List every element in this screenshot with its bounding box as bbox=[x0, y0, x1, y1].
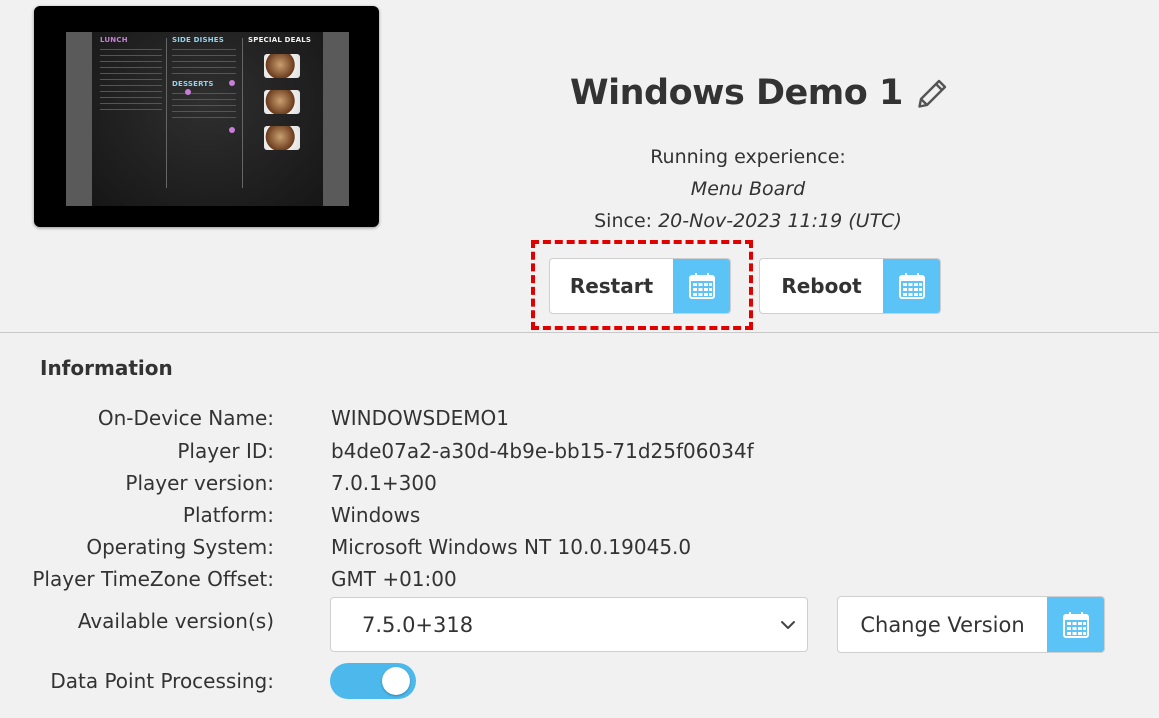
calendar-icon bbox=[898, 273, 925, 299]
data-point-processing-toggle[interactable] bbox=[330, 663, 416, 699]
menu-column-lunch: LUNCH bbox=[100, 32, 162, 110]
info-label-player-version: Player version: bbox=[125, 471, 274, 495]
data-point-processing-label: Data Point Processing: bbox=[50, 669, 274, 693]
info-value-timezone-offset: GMT +01:00 bbox=[331, 567, 457, 591]
food-image bbox=[264, 54, 300, 78]
device-preview-thumbnail: LUNCH SIDE DISHES DESSERTS SPECIAL DEALS bbox=[34, 6, 379, 227]
menu-column-sides: SIDE DISHES DESSERTS bbox=[172, 32, 236, 118]
info-value-platform: Windows bbox=[331, 503, 421, 527]
menu-heading-side-dishes: SIDE DISHES bbox=[172, 36, 225, 44]
calendar-icon bbox=[688, 273, 715, 299]
info-label-player-id: Player ID: bbox=[177, 439, 274, 463]
menu-heading-lunch: LUNCH bbox=[100, 36, 128, 44]
menu-marker-dot bbox=[229, 127, 235, 133]
info-value-player-version: 7.0.1+300 bbox=[331, 471, 437, 495]
schedule-reboot-button[interactable] bbox=[883, 259, 940, 313]
chevron-down-icon bbox=[781, 620, 795, 629]
toggle-knob bbox=[382, 667, 410, 695]
edit-pencil-icon[interactable] bbox=[915, 75, 951, 111]
available-versions-label: Available version(s) bbox=[77, 609, 274, 633]
running-experience-label: Running experience: bbox=[650, 146, 846, 168]
info-label-operating-system: Operating System: bbox=[86, 535, 274, 559]
since-value: 20-Nov-2023 11:19 (UTC) bbox=[658, 210, 902, 232]
menu-heading-special-deals: SPECIAL DEALS bbox=[248, 36, 312, 44]
schedule-version-change-button[interactable] bbox=[1047, 597, 1104, 652]
preview-bezel-left bbox=[66, 32, 92, 206]
device-title: Windows Demo 1 bbox=[570, 73, 903, 113]
since-label: Since: bbox=[594, 210, 653, 232]
info-label-timezone-offset: Player TimeZone Offset: bbox=[32, 567, 274, 591]
menu-heading-desserts: DESSERTS bbox=[172, 80, 214, 88]
running-since: Since: 20-Nov-2023 11:19 (UTC) bbox=[540, 210, 956, 232]
schedule-restart-button[interactable] bbox=[673, 259, 730, 313]
info-value-on-device-name: WINDOWSDEMO1 bbox=[331, 406, 510, 430]
food-image bbox=[264, 126, 300, 150]
restart-button[interactable]: Restart bbox=[549, 258, 731, 314]
info-label-on-device-name: On-Device Name: bbox=[97, 406, 274, 430]
running-experience-name: Menu Board bbox=[690, 178, 806, 200]
available-versions-select[interactable]: 7.5.0+318 bbox=[330, 597, 808, 652]
info-value-operating-system: Microsoft Windows NT 10.0.19045.0 bbox=[331, 535, 692, 559]
menu-column-deals: SPECIAL DEALS bbox=[248, 32, 320, 44]
menu-marker-dot bbox=[229, 80, 235, 86]
information-heading: Information bbox=[40, 356, 173, 380]
reboot-button-label[interactable]: Reboot bbox=[760, 259, 883, 313]
menu-board-screenshot: LUNCH SIDE DISHES DESSERTS SPECIAL DEALS bbox=[92, 32, 323, 206]
restart-button-label[interactable]: Restart bbox=[550, 259, 673, 313]
reboot-button[interactable]: Reboot bbox=[759, 258, 941, 314]
info-label-platform: Platform: bbox=[182, 503, 274, 527]
device-title-row: Windows Demo 1 bbox=[570, 70, 951, 116]
calendar-icon bbox=[1062, 611, 1089, 638]
menu-marker-dot bbox=[185, 89, 191, 95]
section-divider bbox=[0, 332, 1159, 333]
available-versions-selected[interactable]: 7.5.0+318 bbox=[362, 613, 779, 637]
preview-bezel-right bbox=[323, 32, 349, 206]
change-version-label[interactable]: Change Version bbox=[838, 597, 1047, 652]
food-image bbox=[264, 90, 300, 114]
change-version-button[interactable]: Change Version bbox=[837, 596, 1105, 653]
info-value-player-id: b4de07a2-a30d-4b9e-bb15-71d25f06034f bbox=[331, 439, 754, 463]
